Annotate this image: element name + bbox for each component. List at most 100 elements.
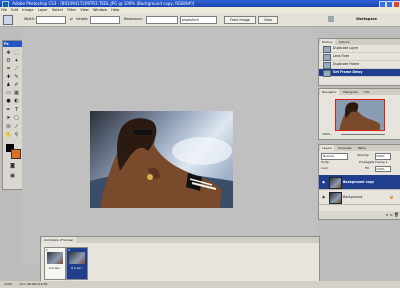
blur-tool-icon[interactable]: ●	[5, 98, 12, 104]
history-item-selected[interactable]: Set Frame Delay	[319, 69, 400, 77]
status-zoom[interactable]: 100%	[4, 282, 13, 286]
navigator-panel: Navigator Histogram Info 100%	[318, 88, 400, 140]
navigator-zoom-value[interactable]: 100%	[322, 132, 331, 136]
slice-tool-icon[interactable]: ⟋	[13, 66, 20, 72]
frame-delay[interactable]: 0.2 sec.	[69, 266, 85, 270]
eyedropper-icon[interactable]: ⁄	[13, 124, 20, 130]
menu-help[interactable]: Help	[111, 8, 119, 12]
background-color-swatch[interactable]	[11, 149, 21, 159]
notes-tool-icon[interactable]: ✉	[5, 124, 12, 130]
document-image[interactable]	[90, 111, 233, 208]
front-image-button[interactable]: Front Image	[224, 16, 256, 24]
navigator-zoom-slider[interactable]	[341, 134, 385, 135]
history-item-label: Set Frame Delay	[333, 70, 363, 74]
opacity-field[interactable]: 100%	[375, 153, 391, 160]
history-step-icon	[323, 54, 331, 61]
brush-tool-icon[interactable]: ✎	[13, 74, 20, 80]
tab-histogram[interactable]: Histogram	[341, 89, 361, 95]
move-tool-icon[interactable]: ✥	[5, 50, 12, 56]
history-step-icon	[323, 46, 331, 53]
crop-tool-icon[interactable]: ⌗	[5, 66, 12, 72]
resolution-field[interactable]	[146, 16, 178, 24]
woman-sunglasses-photo	[90, 111, 233, 208]
status-doc-size: Doc: 86.8K/116.5K	[19, 282, 48, 286]
tools-panel-header: Ps	[3, 41, 22, 47]
marquee-tool-icon[interactable]: ⬚	[13, 50, 20, 56]
animation-frame[interactable]: 1 0.2 sec.	[44, 247, 66, 280]
shape-tool-icon[interactable]: ▢	[13, 115, 20, 121]
type-tool-icon[interactable]: T	[13, 107, 20, 113]
resolution-label: Resolution:	[124, 17, 143, 21]
tab-navigator[interactable]: Navigator	[320, 89, 339, 95]
layer-thumbnail	[329, 177, 342, 189]
zoom-tool-icon[interactable]: ⚲	[13, 132, 20, 138]
menu-layer[interactable]: Layer	[38, 8, 48, 12]
tab-paths[interactable]: Paths	[356, 145, 368, 151]
window-title: Adobe Photoshop CS3 - [80109417209TR3.TE…	[12, 1, 195, 6]
swap-icon[interactable]: ⇄	[70, 17, 73, 21]
history-item[interactable]: Duplicate Frame	[319, 61, 400, 69]
history-panel: History Actions Duplicate Layer Lens Fla…	[318, 38, 400, 86]
menu-filter[interactable]: Filter	[67, 8, 76, 12]
history-brush-icon[interactable]: ✐	[13, 82, 20, 88]
new-layer-icon[interactable]: ▫	[390, 212, 393, 217]
tab-channels[interactable]: Channels	[336, 145, 354, 151]
layer-thumbnail	[329, 192, 342, 204]
gradient-tool-icon[interactable]: ▦	[13, 90, 20, 96]
layer-row[interactable]: ◉ Background 🔒	[319, 190, 400, 205]
lasso-tool-icon[interactable]: ʘ	[5, 58, 12, 64]
propagate-frame-checkbox[interactable]: Propagate Frame 1	[359, 160, 387, 164]
workspace-button[interactable]: Workspace	[356, 17, 377, 21]
tab-info[interactable]: Info	[362, 89, 372, 95]
menu-window[interactable]: Window	[93, 8, 107, 12]
tab-layers[interactable]: Layers	[320, 145, 334, 151]
dodge-tool-icon[interactable]: ◐	[13, 98, 20, 104]
crop-tool-preset-icon[interactable]	[3, 15, 13, 25]
fill-label: Fill:	[365, 166, 371, 170]
animation-frame-selected[interactable]: 2 0.2 sec.	[66, 247, 88, 280]
menu-select[interactable]: Select	[52, 8, 63, 12]
eraser-tool-icon[interactable]: ▭	[5, 90, 12, 96]
file-browser-icon[interactable]	[328, 16, 334, 22]
unify-label: Unify:	[321, 160, 330, 164]
blend-mode-select[interactable]: Normal	[321, 153, 348, 160]
menu-file[interactable]: File	[1, 8, 7, 12]
delete-layer-icon[interactable]: 🗑	[394, 212, 399, 217]
tools-panel: Ps ✥ ⬚ ʘ ✦ ⌗ ⟋ ✚ ✎ ♟ ✐ ▭ ▦ ● ◐ ✒ T ➤ ▢ ✉…	[2, 40, 23, 190]
history-step-icon	[323, 70, 331, 77]
pen-tool-icon[interactable]: ✒	[5, 107, 12, 113]
visibility-eye-icon[interactable]: ◉	[322, 195, 325, 199]
frame-thumbnail	[69, 252, 85, 264]
path-selection-icon[interactable]: ➤	[5, 115, 12, 121]
navigator-preview[interactable]	[335, 99, 385, 131]
history-item[interactable]: Lens Flare	[319, 53, 400, 61]
history-item-label: Duplicate Frame	[333, 62, 360, 66]
width-label: Width:	[24, 17, 35, 21]
menu-image[interactable]: Image	[22, 8, 33, 12]
clear-button[interactable]: Clear	[258, 16, 278, 24]
screen-mode-icon[interactable]: ▣	[9, 173, 16, 179]
navigator-thumbnail	[336, 100, 384, 130]
width-field[interactable]	[36, 16, 66, 24]
tab-animation-frames[interactable]: Animation (Frames)	[42, 237, 76, 243]
height-field[interactable]	[90, 16, 120, 24]
hand-tool-icon[interactable]: ✋	[5, 132, 12, 138]
magic-wand-icon[interactable]: ✦	[13, 58, 20, 64]
fill-field[interactable]: 100%	[375, 166, 391, 172]
lock-label: Lock:	[321, 166, 329, 170]
menu-view[interactable]: View	[80, 8, 89, 12]
history-item-label: Lens Flare	[333, 54, 350, 58]
link-layers-icon[interactable]: ∞	[385, 212, 388, 217]
title-bar: Adobe Photoshop CS3 - [80109417209TR3.TE…	[0, 0, 400, 8]
quick-mask-icon[interactable]: ◙	[9, 163, 16, 169]
height-label: Height:	[76, 17, 89, 21]
visibility-eye-icon[interactable]: ◉	[322, 180, 325, 184]
layers-panel-footer: ∞ ▫ 🗑	[319, 211, 400, 219]
menu-edit[interactable]: Edit	[11, 8, 18, 12]
clone-stamp-icon[interactable]: ♟	[5, 82, 12, 88]
healing-brush-icon[interactable]: ✚	[5, 74, 12, 80]
layer-row-selected[interactable]: ◉ Background copy	[319, 175, 400, 190]
history-item[interactable]: Duplicate Layer	[319, 45, 400, 53]
frame-delay[interactable]: 0.2 sec.	[47, 266, 63, 270]
resolution-unit-select[interactable]: pixels/inch	[180, 16, 217, 24]
